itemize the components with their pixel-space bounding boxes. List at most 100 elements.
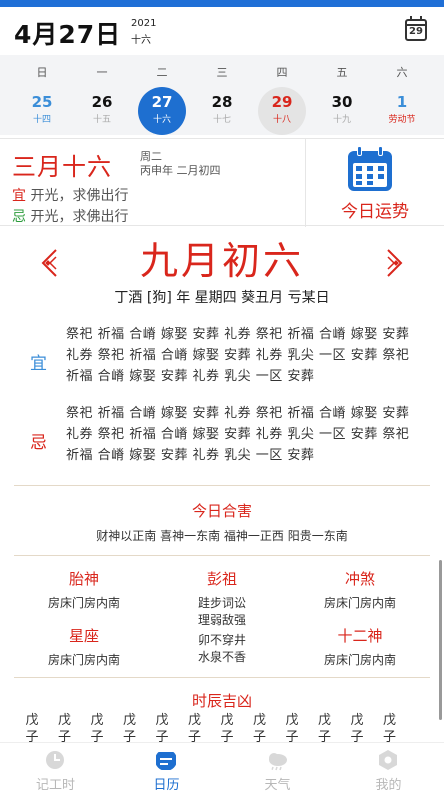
day-lunar: 十四 [32,115,51,125]
day-lunar: 十七 [212,115,231,125]
calendar-today-icon[interactable]: 29 [405,16,427,41]
summary-ji-label: 忌 [12,209,26,225]
detail-ganzhi-line: 丁酒 [狗] 年 星期四 葵丑月 亏某日 [114,290,330,306]
day-lunar: 十五 [92,115,111,125]
current-date[interactable]: 4月27日 [14,15,121,51]
day-number: 27 [151,93,173,111]
weekday-label: 五 [336,66,348,79]
summary-card: 三月十六 周二 丙申年 二月初四 宜 开光，求佛出行 忌 开光，求佛出行 今日运… [0,138,444,227]
scrollbar[interactable] [439,560,442,720]
day-number: 28 [211,93,233,111]
hour-item: 戊子 [122,713,136,745]
nav-label-worktime: 记工时 [35,778,75,793]
yi-label: 宜 [30,354,47,374]
nav-item-worktime[interactable]: 记工时 [0,743,111,794]
hour-item: 戊子 [317,713,331,745]
cloud-icon [269,753,287,771]
hour-item: 戊子 [57,713,71,745]
week-day-3[interactable]: 三 28 十七 [192,55,252,135]
shiershen-value: 房床门房内南 [323,653,396,667]
weekday-label: 日 [36,66,48,79]
nav-label-profile: 我的 [375,778,402,793]
shiershen-cell: 十二神 房床门房内南 [290,625,430,669]
hehai-title: 今日合害 [191,502,252,520]
taishen-title: 胎神 [68,570,99,588]
weekday-label: 二 [156,66,168,79]
divider [14,555,430,556]
day-number: 25 [31,93,53,111]
calendar-icon [348,146,392,191]
chongsha-value: 房床门房内南 [323,596,396,610]
day-number: 29 [271,93,293,111]
pengzu-line-1: 跬步词讼 [197,596,246,610]
status-bar [0,0,444,7]
current-lunar-day: 十六 [131,35,151,46]
summary-ji: 忌 开光，求佛出行 [12,206,128,226]
day-lunar: 十六 [152,115,171,125]
xingzuo-value: 房床门房内南 [47,653,120,667]
fortune-button[interactable]: 今日运势 [306,139,444,227]
hour-item: 戊子 [90,713,104,745]
day-lunar: 十九 [332,115,351,125]
nav-label-weather: 天气 [264,778,291,793]
nav-item-calendar[interactable]: 日历 [111,743,222,794]
week-day-2[interactable]: 二 27 十六 [132,55,192,135]
week-day-0[interactable]: 日 25 十四 [12,55,72,135]
calendar-today-number: 29 [409,26,423,37]
current-year: 2021 [131,18,157,29]
weekday-label: 六 [396,66,408,79]
pengzu-title: 彭祖 [206,570,237,588]
hour-item: 戊子 [220,713,234,745]
xingzuo-title: 星座 [68,627,99,645]
divider [14,485,430,486]
taishen-cell: 胎神 房床门房内南 [14,568,154,612]
extra-cell: 卯不穿井 水泉不香 [152,632,292,666]
profile-icon [379,750,397,770]
extra-line-1: 卯不穿井 [197,633,246,647]
nav-label-calendar: 日历 [153,778,180,793]
next-day-arrow-icon[interactable] [386,248,404,278]
day-lunar: 十八 [272,115,291,125]
ji-text: 祭祀 祈福 合嵴 嫁娶 安葬 礼券 祭祀 祈福 合嵴 嫁娶 安葬 礼券 祭祀 祈… [66,406,410,463]
summary-yi: 宜 开光，求佛出行 [12,185,128,205]
summary-ji-text: 开光，求佛出行 [30,209,129,225]
shiershen-title: 十二神 [337,627,383,645]
fortune-label: 今日运势 [341,202,409,222]
hours-title: 时辰吉凶 [191,692,252,710]
hehai-text: 财神以正南 喜神一东南 福神一正西 阳贵一东南 [96,529,348,543]
yi-text: 祭祀 祈福 合嵴 嫁娶 安葬 礼券 祭祀 祈福 合嵴 嫁娶 安葬 礼券 祭祀 祈… [66,327,410,384]
week-day-4[interactable]: 四 29 十八 [252,55,312,135]
chongsha-title: 冲煞 [344,570,375,588]
clock-icon [46,751,64,769]
calendar-icon [156,752,176,770]
summary-yi-text: 开光，求佛出行 [30,188,129,204]
summary-lunar-date: 三月十六 [12,153,112,181]
taishen-value: 房床门房内南 [47,596,120,610]
hour-item: 戊子 [252,713,266,745]
xingzuo-cell: 星座 房床门房内南 [14,625,154,669]
detail-lunar-date: 九月初六 [139,239,304,283]
week-day-5[interactable]: 五 30 十九 [312,55,372,135]
ji-label: 忌 [30,433,47,453]
header: 4月27日 2021 十六 29 [0,7,444,55]
hour-item: 戊子 [187,713,201,745]
week-day-6[interactable]: 六 1 劳动节 [372,55,432,135]
week-strip: 日 25 十四 一 26 十五 二 27 十六 三 28 十七 四 29 十八 五 30 十九 六 1 劳动节 [0,55,444,135]
nav-item-profile[interactable]: 我的 [333,743,444,794]
day-number: 30 [331,93,353,111]
bottom-nav: 记工时 日历 天气 我的 [0,742,444,794]
day-number: 26 [91,93,113,111]
hour-item: 戊子 [350,713,364,745]
nav-item-weather[interactable]: 天气 [222,743,333,794]
hour-item: 戊子 [382,713,396,745]
chongsha-cell: 冲煞 房床门房内南 [290,568,430,612]
summary-ganzhi: 丙申年 二月初四 [140,164,221,177]
weekday-label: 四 [276,66,288,79]
day-lunar: 劳动节 [388,115,416,125]
weekday-label: 一 [96,66,108,79]
day-number: 1 [396,93,408,111]
hour-item: 戊子 [285,713,299,745]
pengzu-cell: 彭祖 跬步词讼理弱敌强 [152,568,292,629]
week-day-1[interactable]: 一 26 十五 [72,55,132,135]
pengzu-line-2: 理弱敌强 [197,613,246,627]
